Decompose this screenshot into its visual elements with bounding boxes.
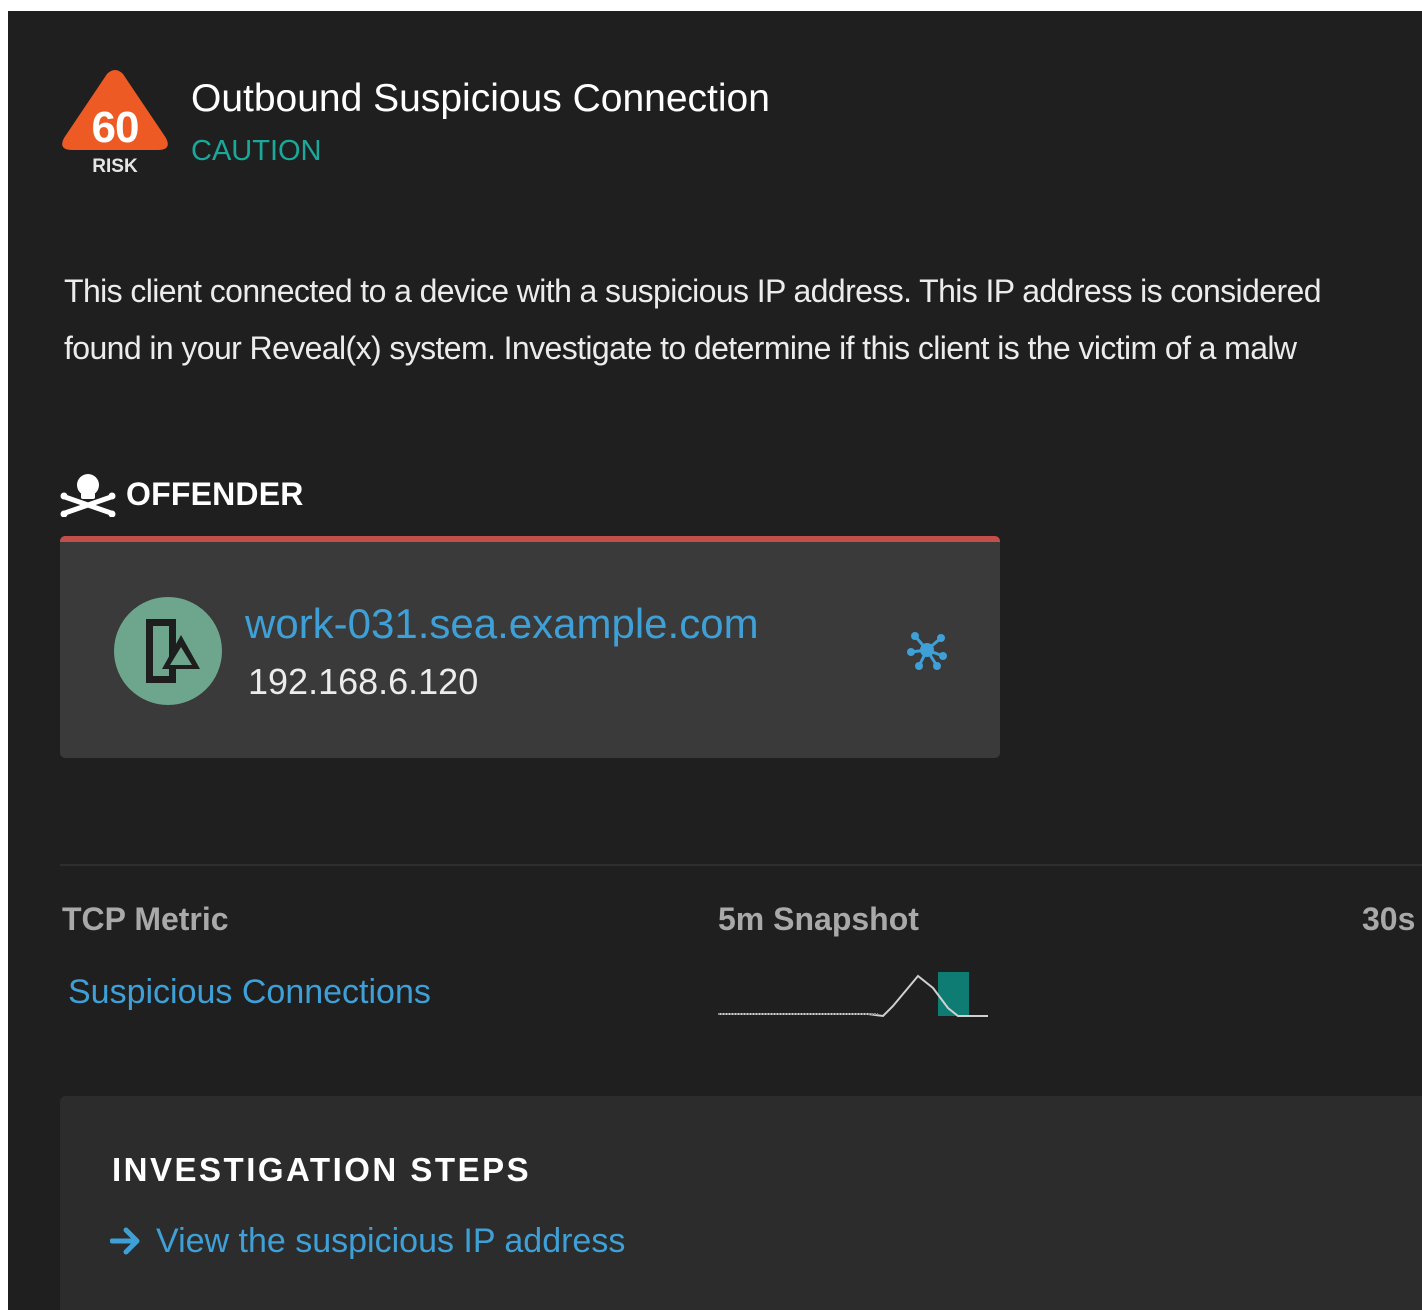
snapshot-sparkline <box>718 972 988 1018</box>
step-label: View the suspicious IP address <box>156 1222 626 1260</box>
skull-crossbones-icon <box>60 474 116 517</box>
detection-description: This client connected to a device with a… <box>64 263 1322 377</box>
detection-title: Outbound Suspicious Connection <box>191 77 770 120</box>
offender-card[interactable]: work-031.sea.example.com 192.168.6.120 <box>60 536 1000 758</box>
column-header-snapshot: 5m Snapshot <box>718 901 919 937</box>
risk-score: 60 <box>91 103 140 152</box>
column-header-metric: TCP Metric <box>62 901 229 937</box>
device-role-icon <box>146 619 200 683</box>
activity-map-icon[interactable] <box>903 626 951 674</box>
severity-label: CAUTION <box>191 135 322 167</box>
section-divider <box>60 864 1422 866</box>
description-line: found in your Reveal(x) system. Investig… <box>64 330 1297 366</box>
offender-header: OFFENDER <box>60 469 304 519</box>
detection-panel: 60 RISK Outbound Suspicious Connection C… <box>8 11 1422 1310</box>
investigation-steps-title: INVESTIGATION STEPS <box>112 1151 532 1188</box>
arrow-right-icon <box>110 1227 140 1255</box>
risk-badge: 60 RISK <box>60 68 170 198</box>
risk-label: RISK <box>92 156 138 177</box>
column-header-30s: 30s <box>1362 901 1416 937</box>
offender-title: OFFENDER <box>126 475 304 512</box>
investigation-steps-panel: INVESTIGATION STEPS View the suspicious … <box>60 1096 1422 1310</box>
device-name-link[interactable]: work-031.sea.example.com <box>245 598 759 650</box>
metric-suspicious-connections-link[interactable]: Suspicious Connections <box>68 971 431 1013</box>
device-ip: 192.168.6.120 <box>248 661 479 702</box>
device-avatar <box>114 597 222 705</box>
sparkline-highlight-bar <box>938 972 969 1016</box>
step-view-suspicious-ip-link[interactable]: View the suspicious IP address <box>110 1218 625 1264</box>
description-line: This client connected to a device with a… <box>64 273 1322 309</box>
